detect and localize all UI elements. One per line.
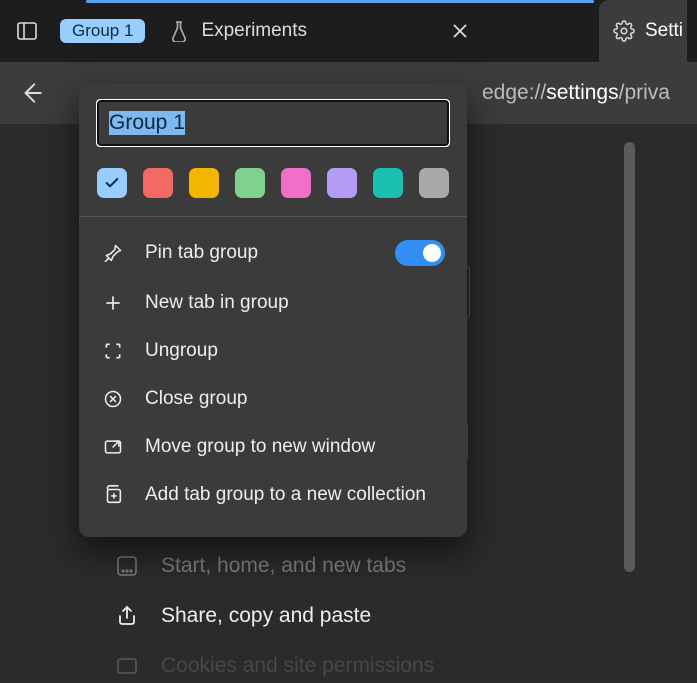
settings-item-cookies[interactable]: Cookies and site permissions (115, 654, 434, 678)
menu-label: Ungroup (145, 340, 218, 362)
menu-add-to-collection[interactable]: Add tab group to a new collection (79, 471, 467, 519)
settings-item-label: Share, copy and paste (161, 604, 371, 628)
menu-label: New tab in group (145, 292, 289, 314)
tab-experiments[interactable]: Experiments (155, 14, 321, 48)
collection-add-icon (101, 484, 125, 506)
tab-settings[interactable]: Setti (599, 0, 687, 62)
settings-item-label: Cookies and site permissions (161, 654, 434, 678)
grid-icon (115, 554, 139, 578)
color-swatch-4[interactable] (281, 168, 311, 198)
color-swatch-2[interactable] (189, 168, 219, 198)
color-swatch-6[interactable] (373, 168, 403, 198)
cookie-icon (115, 654, 139, 678)
menu-label: Add tab group to a new collection (145, 484, 426, 506)
pin-toggle[interactable] (395, 240, 445, 266)
color-swatch-7[interactable] (419, 168, 449, 198)
pin-icon (101, 243, 125, 263)
back-button[interactable] (14, 76, 48, 110)
tab-strip: Group 1 Experiments Setti (0, 0, 697, 62)
tab-label: Experiments (201, 20, 307, 42)
color-picker (97, 168, 449, 198)
menu-label: Close group (145, 388, 247, 410)
plus-icon (101, 293, 125, 313)
menu-label: Pin tab group (145, 242, 258, 264)
share-icon (115, 604, 139, 628)
vertical-tabs-button[interactable] (10, 14, 44, 48)
scrollbar-thumb[interactable] (624, 142, 635, 572)
menu-pin-tab-group[interactable]: Pin tab group (79, 227, 467, 279)
ungroup-icon (101, 341, 125, 361)
flask-icon (169, 20, 189, 42)
menu-new-tab-in-group[interactable]: New tab in group (79, 279, 467, 327)
gear-icon (613, 20, 635, 42)
menu-ungroup[interactable]: Ungroup (79, 327, 467, 375)
color-swatch-5[interactable] (327, 168, 357, 198)
settings-item-label: Start, home, and new tabs (161, 554, 406, 578)
menu-close-group[interactable]: Close group (79, 375, 467, 423)
menu-move-to-new-window[interactable]: Move group to new window (79, 423, 467, 471)
close-circle-icon (101, 389, 125, 409)
address-text[interactable]: edge://settings/priva (482, 81, 670, 105)
settings-item-start[interactable]: Start, home, and new tabs (115, 554, 434, 578)
tab-close-button[interactable] (444, 15, 476, 47)
tab-group-context-menu: Pin tab group New tab in group Ungroup (79, 84, 467, 537)
color-swatch-3[interactable] (235, 168, 265, 198)
tab-settings-label: Setti (645, 20, 683, 42)
new-window-icon (101, 437, 125, 457)
color-swatch-1[interactable] (143, 168, 173, 198)
menu-label: Move group to new window (145, 436, 375, 458)
group-name-input[interactable] (97, 100, 449, 146)
tab-group-chip[interactable]: Group 1 (60, 19, 145, 43)
color-swatch-0[interactable] (97, 168, 127, 198)
settings-item-share[interactable]: Share, copy and paste (115, 604, 434, 628)
